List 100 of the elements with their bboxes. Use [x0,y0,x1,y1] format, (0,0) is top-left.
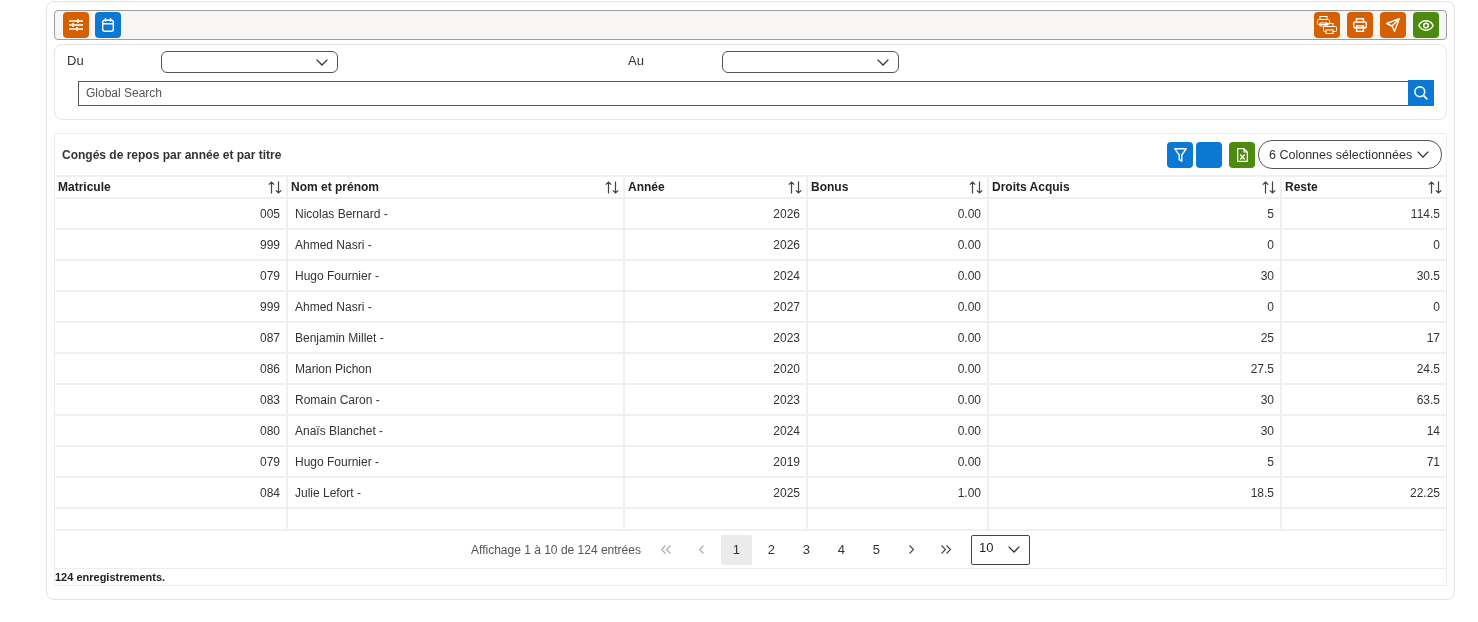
table-cell: Nicolas Bernard - [287,198,624,229]
sort-icon [268,180,282,194]
print-button[interactable] [1347,12,1373,38]
table-cell: 0.00 [807,415,988,446]
calendar-button[interactable] [95,12,121,38]
chevron-down-icon [1417,151,1429,158]
column-header[interactable]: Nom et prénom [287,176,624,198]
table-cell: Ahmed Nasri - [287,291,624,322]
table-cell: 0 [988,291,1281,322]
table-cell: 5 [988,446,1281,477]
page-size-select[interactable]: 10 [970,534,1030,565]
printer-icon [1353,18,1367,32]
column-selector[interactable]: 6 Colonnes sélectionnées [1258,140,1442,169]
table-cell: 079 [55,260,287,291]
chevron-down-icon [1007,546,1020,553]
date-to-select[interactable] [722,51,899,73]
table-cell: 084 [55,477,287,508]
table-cell: 0.00 [807,260,988,291]
empty-button[interactable] [1196,141,1222,168]
excel-export-button[interactable] [1229,141,1255,168]
filter-icon [1173,147,1187,162]
table-cell: Benjamin Millet - [287,322,624,353]
send-button[interactable] [1380,12,1406,38]
sort-icon [969,180,983,194]
table-cell: 083 [55,384,287,415]
table-cell: 18.5 [988,477,1281,508]
sort-icon [788,180,802,194]
table-cell: 2020 [624,353,807,384]
table-cell: 0.00 [807,353,988,384]
column-header[interactable]: Année [624,176,807,198]
table-cell: 30 [988,260,1281,291]
table-cell: 2024 [624,415,807,446]
to-label: Au [628,52,645,68]
table-cell: 5 [988,198,1281,229]
filter-button[interactable] [1167,141,1193,168]
table-cell: 30 [988,415,1281,446]
date-from-select[interactable] [161,51,338,73]
table-cell: 63.5 [1281,384,1446,415]
double-chevron-right-icon [941,545,952,554]
table-cell: 079 [55,446,287,477]
table-cell: 17 [1281,322,1446,353]
table-cell: 2025 [624,477,807,508]
column-header[interactable]: Reste [1281,176,1446,198]
page-button[interactable]: 4 [825,534,857,565]
print-all-button[interactable] [1314,12,1340,38]
table-cell: 0 [1281,291,1446,322]
table-cell: Ahmed Nasri - [287,229,624,260]
sliders-icon [69,19,83,31]
table-cell: 0.00 [807,446,988,477]
page-button[interactable]: 5 [860,534,892,565]
table-cell: 086 [55,353,287,384]
table-cell: 0 [988,229,1281,260]
printers-icon [1317,16,1337,34]
column-header[interactable]: Matricule [55,176,287,198]
search-field[interactable]: Global Search [78,80,1408,106]
table-cell: 27.5 [988,353,1281,384]
table-cell: 2024 [624,260,807,291]
table-cell: 22.25 [1281,477,1446,508]
page-button[interactable]: 1 [720,534,752,565]
table-cell: 0 [1281,229,1446,260]
chevron-right-icon [908,545,914,554]
table-cell: 14 [1281,415,1446,446]
table-cell: 0.00 [807,229,988,260]
table-cell: Marion Pichon [287,353,624,384]
chevron-down-icon [877,58,889,66]
table-cell: 005 [55,198,287,229]
settings-button[interactable] [63,12,89,38]
table-cell: Hugo Fournier - [287,446,624,477]
table-cell: 2023 [624,384,807,415]
table-cell: 2027 [624,291,807,322]
table-cell: 30.5 [1281,260,1446,291]
table-cell: 2026 [624,229,807,260]
paper-plane-icon [1386,18,1400,32]
table-title: Congés de repos par année et par titre [62,147,282,162]
spreadsheet-file-icon [1236,147,1248,162]
search-button[interactable] [1408,80,1434,106]
table-cell: 24.5 [1281,353,1446,384]
calendar-icon [102,18,114,32]
table-cell: 080 [55,415,287,446]
table-cell: 0.00 [807,384,988,415]
chevron-left-icon [698,545,704,554]
search-icon [1414,86,1428,100]
preview-button[interactable] [1413,12,1439,38]
page-button[interactable]: 3 [790,534,822,565]
eye-icon [1418,19,1434,31]
table-cell: 0.00 [807,322,988,353]
pagination-summary: Affichage 1 à 10 de 124 entrées [471,542,641,557]
page-button[interactable]: 2 [755,534,787,565]
table-cell: Romain Caron - [287,384,624,415]
table-cell: 25 [988,322,1281,353]
record-count: 124 enregistrements. [55,571,166,583]
table-cell: 1.00 [807,477,988,508]
table-cell: 2019 [624,446,807,477]
chevron-down-icon [316,58,328,66]
column-header[interactable]: Bonus [807,176,988,198]
sort-icon [605,180,619,194]
double-chevron-left-icon [661,545,672,554]
column-header[interactable]: Droits Acquis [988,176,1281,198]
table-cell: 0.00 [807,198,988,229]
table-cell: 114.5 [1281,198,1446,229]
